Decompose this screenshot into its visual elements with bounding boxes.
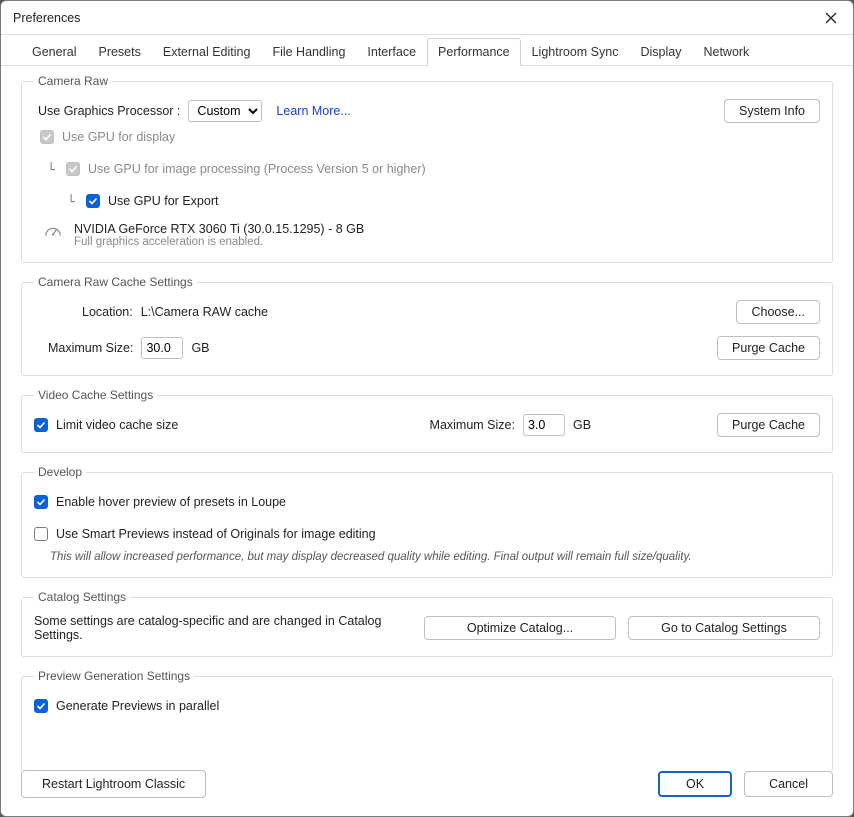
check-icon xyxy=(36,701,46,711)
window-title: Preferences xyxy=(13,11,821,25)
tab-general[interactable]: General xyxy=(21,38,87,66)
group-video-cache: Video Cache Settings Limit video cache s… xyxy=(21,388,833,453)
gpu-status: Full graphics acceleration is enabled. xyxy=(74,236,364,248)
gauge-icon xyxy=(44,224,62,238)
legend-preview-gen: Preview Generation Settings xyxy=(34,669,194,683)
video-purge-cache-button[interactable]: Purge Cache xyxy=(717,413,820,437)
check-icon xyxy=(68,164,78,174)
system-info-button[interactable]: System Info xyxy=(724,99,820,123)
gpu-name: NVIDIA GeForce RTX 3060 Ti (30.0.15.1295… xyxy=(74,222,364,236)
optimize-catalog-button[interactable]: Optimize Catalog... xyxy=(424,616,616,640)
check-icon xyxy=(36,420,46,430)
check-icon xyxy=(42,132,52,142)
tab-performance[interactable]: Performance xyxy=(427,38,521,66)
use-gp-label: Use Graphics Processor : xyxy=(38,104,180,118)
catalog-blurb: Some settings are catalog-specific and a… xyxy=(34,614,408,642)
goto-catalog-settings-button[interactable]: Go to Catalog Settings xyxy=(628,616,820,640)
cache-location-value: L:\Camera RAW cache xyxy=(141,305,268,319)
tab-presets[interactable]: Presets xyxy=(87,38,151,66)
check-icon xyxy=(88,196,98,206)
video-max-size-input[interactable] xyxy=(523,414,565,436)
group-camera-raw: Camera Raw Use Graphics Processor : Cust… xyxy=(21,74,833,263)
footer: Restart Lightroom Classic OK Cancel xyxy=(1,770,853,816)
tab-display[interactable]: Display xyxy=(629,38,692,66)
use-gpu-export-checkbox[interactable] xyxy=(86,194,100,208)
legend-develop: Develop xyxy=(34,465,86,479)
legend-raw-cache: Camera Raw Cache Settings xyxy=(34,275,197,289)
generate-parallel-checkbox[interactable] xyxy=(34,699,48,713)
ok-button[interactable]: OK xyxy=(658,771,732,797)
content-area: Camera Raw Use Graphics Processor : Cust… xyxy=(1,66,853,770)
tab-interface[interactable]: Interface xyxy=(356,38,427,66)
restart-lightroom-button[interactable]: Restart Lightroom Classic xyxy=(21,770,206,798)
learn-more-link[interactable]: Learn More... xyxy=(276,104,350,118)
smart-previews-label: Use Smart Previews instead of Originals … xyxy=(56,527,376,541)
video-max-size-label: Maximum Size: xyxy=(430,418,515,432)
tab-file-handling[interactable]: File Handling xyxy=(261,38,356,66)
choose-cache-button[interactable]: Choose... xyxy=(736,300,820,324)
raw-purge-cache-button[interactable]: Purge Cache xyxy=(717,336,820,360)
group-preview-gen: Preview Generation Settings Generate Pre… xyxy=(21,669,833,770)
preferences-window: Preferences General Presets External Edi… xyxy=(0,0,854,817)
develop-note: This will allow increased performance, b… xyxy=(50,551,820,563)
titlebar: Preferences xyxy=(1,1,853,35)
raw-max-size-label: Maximum Size: xyxy=(48,341,133,355)
use-gpu-display-label: Use GPU for display xyxy=(62,130,175,144)
tree-corner-icon: └ xyxy=(64,194,78,209)
use-gpu-export-label: Use GPU for Export xyxy=(108,194,218,208)
cache-location-label: Location: xyxy=(82,305,133,319)
close-button[interactable] xyxy=(821,8,841,28)
tab-bar: General Presets External Editing File Ha… xyxy=(1,35,853,66)
raw-gb-label: GB xyxy=(191,341,209,355)
generate-parallel-label: Generate Previews in parallel xyxy=(56,699,219,713)
raw-max-size-input[interactable] xyxy=(141,337,183,359)
video-gb-label: GB xyxy=(573,418,591,432)
tab-external-editing[interactable]: External Editing xyxy=(152,38,262,66)
legend-video-cache: Video Cache Settings xyxy=(34,388,157,402)
cancel-button[interactable]: Cancel xyxy=(744,771,833,797)
hover-preview-label: Enable hover preview of presets in Loupe xyxy=(56,495,286,509)
limit-video-cache-checkbox[interactable] xyxy=(34,418,48,432)
tab-lightroom-sync[interactable]: Lightroom Sync xyxy=(521,38,630,66)
use-gp-select[interactable]: Custom xyxy=(188,100,262,122)
close-icon xyxy=(825,12,837,24)
use-gpu-processing-label: Use GPU for image processing (Process Ve… xyxy=(88,162,426,176)
group-catalog: Catalog Settings Some settings are catal… xyxy=(21,590,833,657)
group-raw-cache: Camera Raw Cache Settings Location: L:\C… xyxy=(21,275,833,376)
tree-corner-icon: └ xyxy=(44,162,58,177)
use-gpu-display-checkbox xyxy=(40,130,54,144)
check-icon xyxy=(36,497,46,507)
use-gpu-processing-checkbox xyxy=(66,162,80,176)
tab-network[interactable]: Network xyxy=(692,38,760,66)
hover-preview-checkbox[interactable] xyxy=(34,495,48,509)
legend-camera-raw: Camera Raw xyxy=(34,74,112,88)
legend-catalog: Catalog Settings xyxy=(34,590,130,604)
group-develop: Develop Enable hover preview of presets … xyxy=(21,465,833,578)
limit-video-cache-label: Limit video cache size xyxy=(56,418,178,432)
smart-previews-checkbox[interactable] xyxy=(34,527,48,541)
